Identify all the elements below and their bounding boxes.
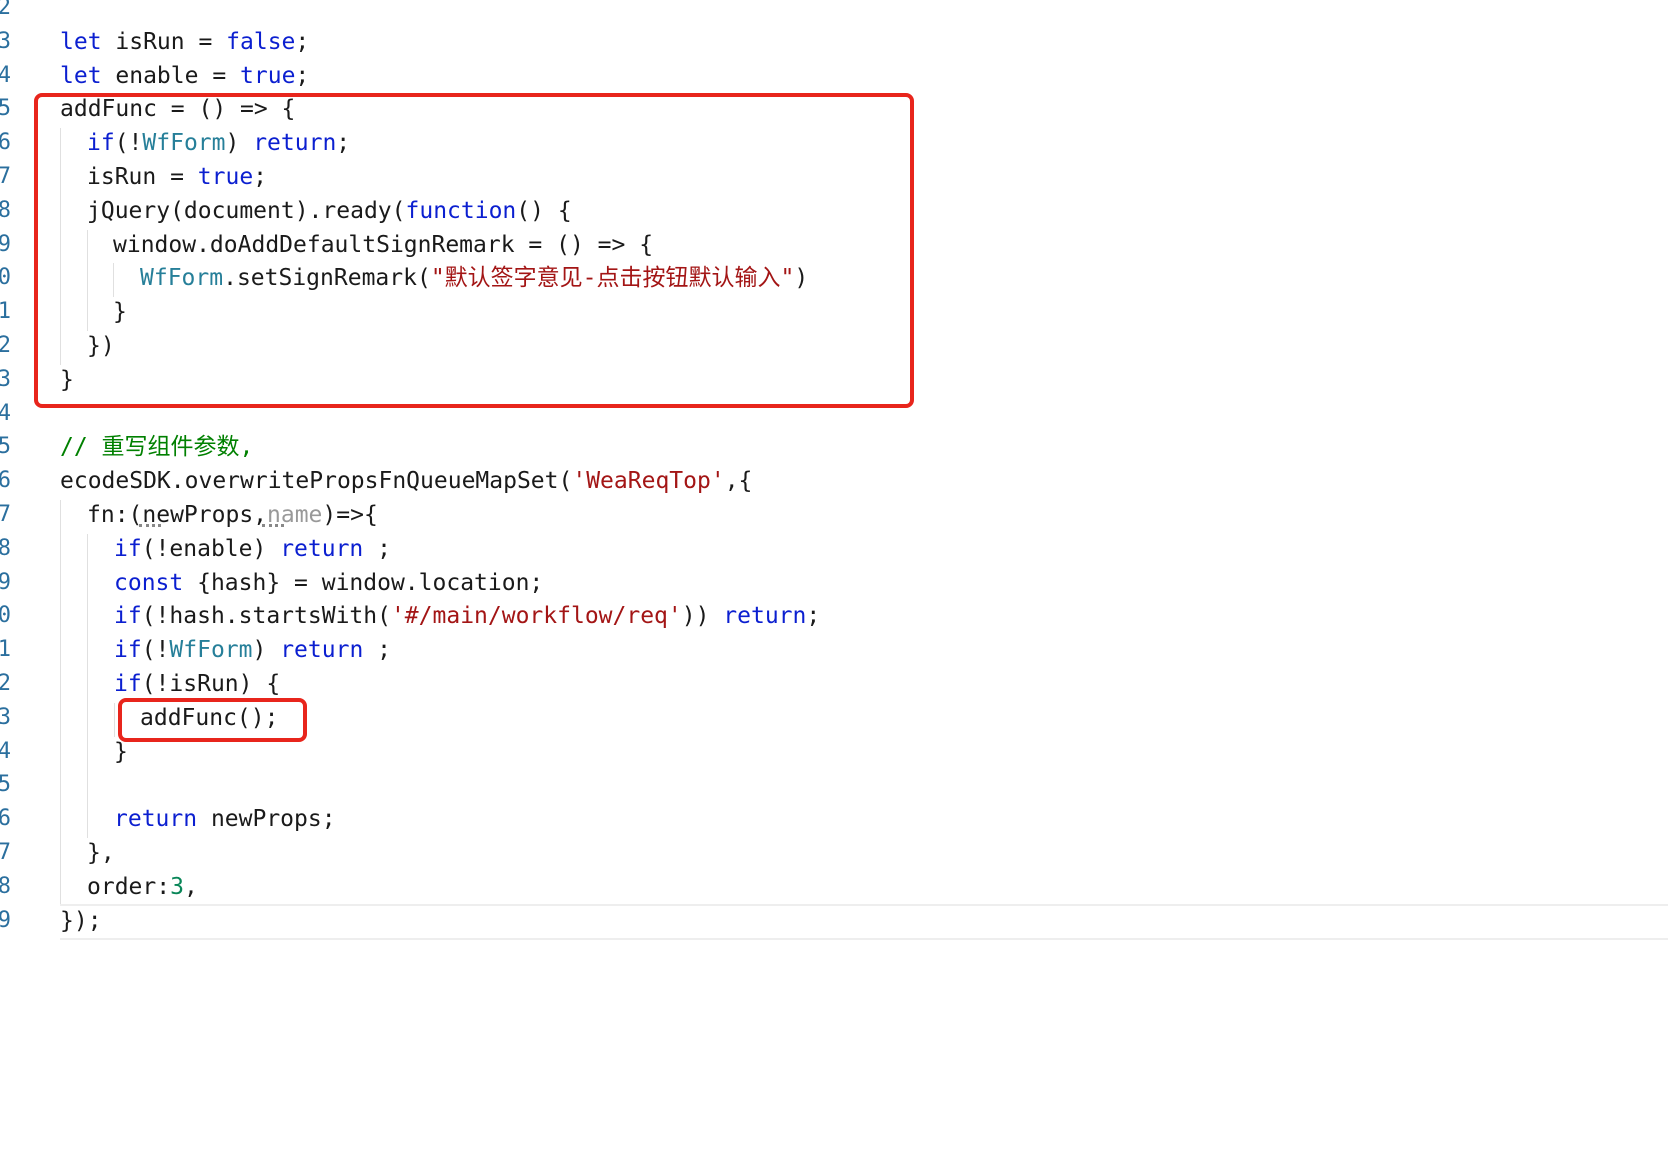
code-token: if	[114, 535, 142, 562]
code-token: '#/main/workflow/req'	[390, 603, 682, 630]
indent-guide	[114, 702, 115, 737]
code-token: return	[280, 637, 364, 664]
code-token: )=>{	[322, 502, 378, 528]
code-line[interactable]: fn:(newProps,name)=>{	[87, 498, 378, 532]
code-line[interactable]: // 重写组件参数,	[60, 430, 253, 464]
code-token: return	[280, 535, 364, 562]
code-token: ;	[363, 637, 391, 664]
code-token: (!hash.startsWith(	[141, 603, 391, 630]
code-token: )	[252, 637, 281, 664]
code-token: ;	[295, 62, 310, 89]
code-token: 'WeaReqTop'	[572, 468, 725, 495]
code-token: return	[114, 806, 198, 833]
unused-param-hint	[262, 522, 284, 527]
code-line[interactable]: if(!enable) return ;	[114, 532, 391, 566]
code-token: const	[114, 569, 184, 596]
code-token: ;	[363, 535, 391, 562]
code-token: 3	[170, 873, 184, 900]
indent-guide	[87, 533, 88, 838]
annotation-box-addfunc-call	[118, 698, 307, 742]
indent-guide	[60, 500, 61, 906]
code-token: newProps;	[197, 806, 336, 833]
current-line-highlight	[60, 904, 1668, 940]
code-token: return	[723, 603, 807, 630]
code-line[interactable]: },	[87, 836, 115, 870]
annotation-box-addfunc-definition	[34, 93, 914, 408]
code-token: let	[60, 62, 102, 89]
code-line[interactable]: if(!WfForm) return ;	[114, 633, 391, 667]
code-token: ecodeSDK.overwritePropsFnQueueMapSet(	[60, 468, 573, 495]
code-token: WfForm	[169, 637, 253, 664]
code-token: if	[114, 671, 142, 697]
code-token: },	[87, 840, 115, 866]
code-line[interactable]: order:3,	[87, 870, 198, 904]
code-token: ))	[681, 603, 724, 630]
code-token: let	[60, 28, 102, 55]
code-token: ;	[295, 28, 310, 55]
code-line[interactable]: ecodeSDK.overwritePropsFnQueueMapSet('We…	[60, 464, 752, 498]
code-line[interactable]: if(!isRun) {	[114, 667, 280, 701]
code-token: ,{	[724, 468, 753, 495]
code-line[interactable]: const {hash} = window.location;	[114, 566, 543, 600]
code-token: {hash} = window.location;	[183, 569, 544, 596]
code-token: ,	[183, 873, 198, 900]
code-token: enable =	[101, 62, 241, 89]
unused-param-hint	[139, 522, 161, 527]
code-line[interactable]: let isRun = false;	[60, 25, 309, 59]
code-token: (!isRun) {	[141, 671, 281, 697]
code-token: isRun =	[101, 28, 227, 55]
code-token: }	[114, 738, 128, 765]
code-token: if	[114, 637, 142, 664]
code-editor[interactable]: 2345678901234567890123456789 let isRun =…	[0, 0, 1668, 1152]
code-token: ;	[806, 603, 821, 630]
code-token: (!	[141, 637, 170, 664]
code-comment: // 重写组件参数,	[60, 434, 254, 461]
code-line[interactable]: let enable = true;	[60, 59, 309, 93]
code-token: (!enable)	[141, 535, 281, 562]
code-token: fn:(newProps,	[87, 502, 268, 528]
code-token: if	[114, 603, 142, 630]
code-token: true	[240, 62, 296, 89]
code-line[interactable]: return newProps;	[114, 802, 336, 836]
code-token: order:	[87, 873, 171, 900]
code-line[interactable]: if(!hash.startsWith('#/main/workflow/req…	[114, 599, 820, 633]
code-token: false	[226, 28, 296, 55]
